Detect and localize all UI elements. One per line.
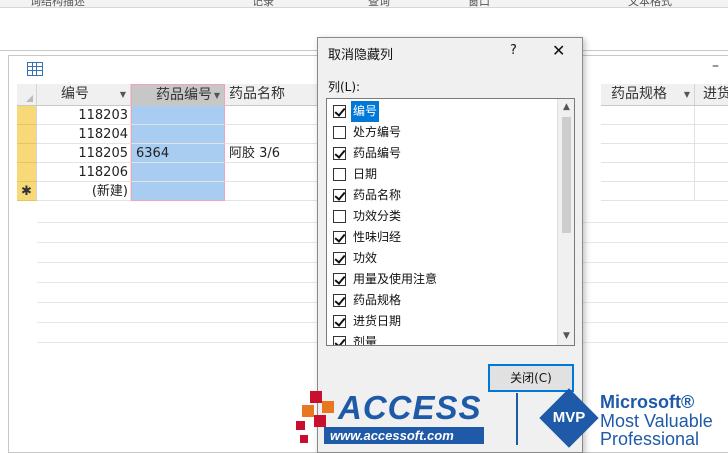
scroll-up-icon[interactable]: ▲ xyxy=(558,99,574,116)
table-icon xyxy=(27,62,43,76)
checkbox-checked-icon[interactable] xyxy=(333,231,346,244)
cell-drug-no[interactable] xyxy=(131,163,225,182)
cell-purchase[interactable] xyxy=(695,182,728,201)
cell-drug-no[interactable]: 6364 xyxy=(131,144,225,163)
checkbox-checked-icon[interactable] xyxy=(333,147,346,160)
logo-divider xyxy=(516,393,518,445)
checkbox-checked-icon[interactable] xyxy=(333,336,346,345)
checkbox-checked-icon[interactable] xyxy=(333,252,346,265)
cell-drug-spec[interactable] xyxy=(601,106,695,125)
checkbox-unchecked-icon[interactable] xyxy=(333,210,346,223)
new-record-selector[interactable]: ✱ xyxy=(17,182,37,201)
cell-drug-spec[interactable] xyxy=(601,163,695,182)
ribbon-tab-fragment[interactable]: 窗口 xyxy=(468,0,490,7)
record-selector[interactable] xyxy=(17,163,37,182)
cell-drug-spec[interactable] xyxy=(601,144,695,163)
checkbox-checked-icon[interactable] xyxy=(333,105,346,118)
ribbon-top-strip: 询结构描述 记录 查询 窗口 文本格式 xyxy=(0,0,728,8)
chevron-down-icon[interactable]: ▼ xyxy=(120,84,126,105)
listbox-scrollbar[interactable]: ▲ ▼ xyxy=(557,99,574,345)
ribbon-tab-fragment[interactable]: 记录 xyxy=(252,0,274,7)
ribbon-tab-fragment[interactable]: 查询 xyxy=(368,0,390,7)
help-button[interactable]: ? xyxy=(510,43,517,58)
cell-drug-name[interactable] xyxy=(225,163,319,182)
ribbon-tab-fragment[interactable]: 文本格式 xyxy=(628,0,672,7)
checkbox-checked-icon[interactable] xyxy=(333,294,346,307)
record-selector[interactable] xyxy=(17,144,37,163)
select-all-corner[interactable] xyxy=(17,84,37,106)
cell-new-record[interactable]: (新建) xyxy=(37,182,131,201)
cell-drug-no[interactable] xyxy=(131,182,225,201)
scroll-down-icon[interactable]: ▼ xyxy=(558,328,574,345)
column-header-drug-name[interactable]: 药品名称 xyxy=(225,84,319,106)
checkbox-checked-icon[interactable] xyxy=(333,189,346,202)
cell-id[interactable]: 118205 xyxy=(37,144,131,163)
cell-drug-name[interactable] xyxy=(225,106,319,125)
cell-drug-name[interactable] xyxy=(225,125,319,144)
cell-purchase[interactable] xyxy=(695,106,728,125)
logo-brand: ACCESS xyxy=(338,389,482,426)
mvp-line3: Professional xyxy=(600,429,700,449)
cell-drug-name[interactable]: 阿胶 3/6 xyxy=(225,144,319,163)
cell-drug-spec[interactable] xyxy=(601,182,695,201)
checkbox-checked-icon[interactable] xyxy=(333,273,346,286)
cell-purchase[interactable] xyxy=(695,144,728,163)
column-header-drug-spec[interactable]: 药品规格 ▼ xyxy=(601,84,695,106)
record-selector[interactable] xyxy=(17,106,37,125)
column-listbox[interactable]: 编号 处方编号 药品编号 日期 药品名称 功效分类 性味归经 功效 用量及使用注… xyxy=(326,98,575,346)
column-header-drug-no[interactable]: 药品编号 ▼ xyxy=(131,84,225,106)
microsoft-label: Microsoft® xyxy=(600,392,695,412)
cell-id[interactable]: 118206 xyxy=(37,163,131,182)
scrollbar-thumb[interactable] xyxy=(562,117,571,233)
ribbon-tab-fragment[interactable]: 询结构描述 xyxy=(30,0,85,7)
cell-id[interactable]: 118203 xyxy=(37,106,131,125)
chevron-down-icon[interactable]: ▼ xyxy=(214,85,220,105)
minimize-button[interactable]: – xyxy=(712,58,719,74)
checkbox-unchecked-icon[interactable] xyxy=(333,126,346,139)
checkbox-checked-icon[interactable] xyxy=(333,315,346,328)
mvp-line2: Most Valuable xyxy=(600,411,713,431)
chevron-down-icon[interactable]: ▼ xyxy=(684,84,690,105)
cell-purchase[interactable] xyxy=(695,125,728,144)
column-header-purchase[interactable]: 进货 xyxy=(695,84,728,106)
cell-purchase[interactable] xyxy=(695,163,728,182)
dialog-title: 取消隐藏列 xyxy=(328,48,394,63)
mvp-label: MVP xyxy=(552,409,586,426)
record-selector[interactable] xyxy=(17,125,37,144)
watermark-logo: ACCESS www.accessoft.com MVP Microsoft® … xyxy=(290,385,728,453)
cell-drug-name[interactable] xyxy=(225,182,319,201)
close-icon[interactable]: ✕ xyxy=(552,41,565,60)
cell-id[interactable]: 118204 xyxy=(37,125,131,144)
checkbox-unchecked-icon[interactable] xyxy=(333,168,346,181)
logo-url: www.accessoft.com xyxy=(324,427,484,444)
cell-drug-spec[interactable] xyxy=(601,125,695,144)
cell-drug-no[interactable] xyxy=(131,106,225,125)
column-header-id[interactable]: 编号 ▼ xyxy=(37,84,131,106)
cell-drug-no[interactable] xyxy=(131,125,225,144)
column-list-label: 列(L): xyxy=(328,80,361,94)
